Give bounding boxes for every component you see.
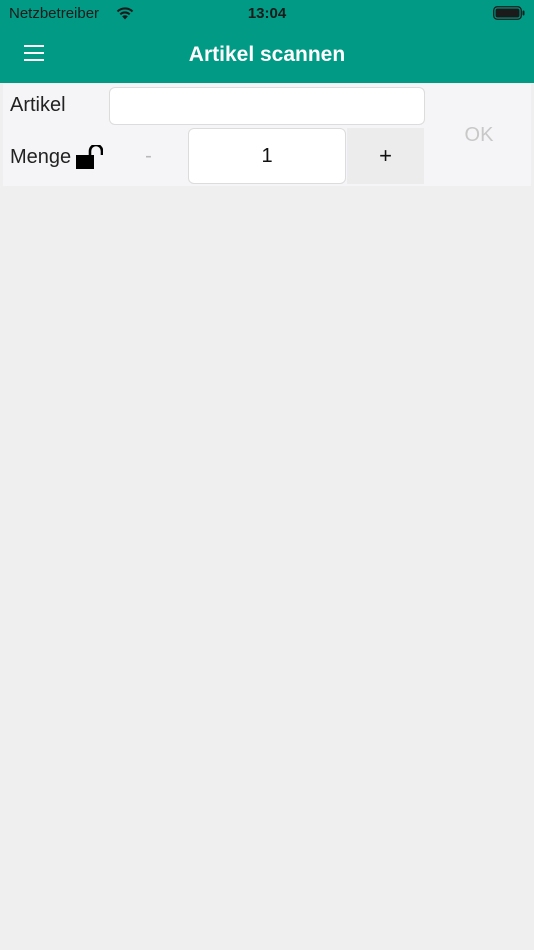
page-title: Artikel scannen bbox=[188, 43, 346, 66]
menge-label: Menge bbox=[10, 146, 72, 168]
artikel-label: Artikel bbox=[10, 94, 66, 116]
artikel-input[interactable] bbox=[109, 87, 425, 125]
ok-button[interactable]: OK bbox=[430, 110, 528, 160]
status-time: 13:04 bbox=[247, 5, 287, 22]
unlocked-padlock-icon[interactable] bbox=[75, 145, 103, 170]
battery-icon bbox=[493, 6, 525, 20]
quantity-input[interactable] bbox=[188, 128, 346, 184]
status-bar: Netzbetreiber 13:04 bbox=[0, 0, 534, 28]
app-header: Netzbetreiber 13:04 Artikel scannen bbox=[0, 0, 534, 83]
decrease-quantity-button[interactable]: - bbox=[110, 128, 187, 184]
increase-quantity-button[interactable]: + bbox=[347, 128, 424, 184]
